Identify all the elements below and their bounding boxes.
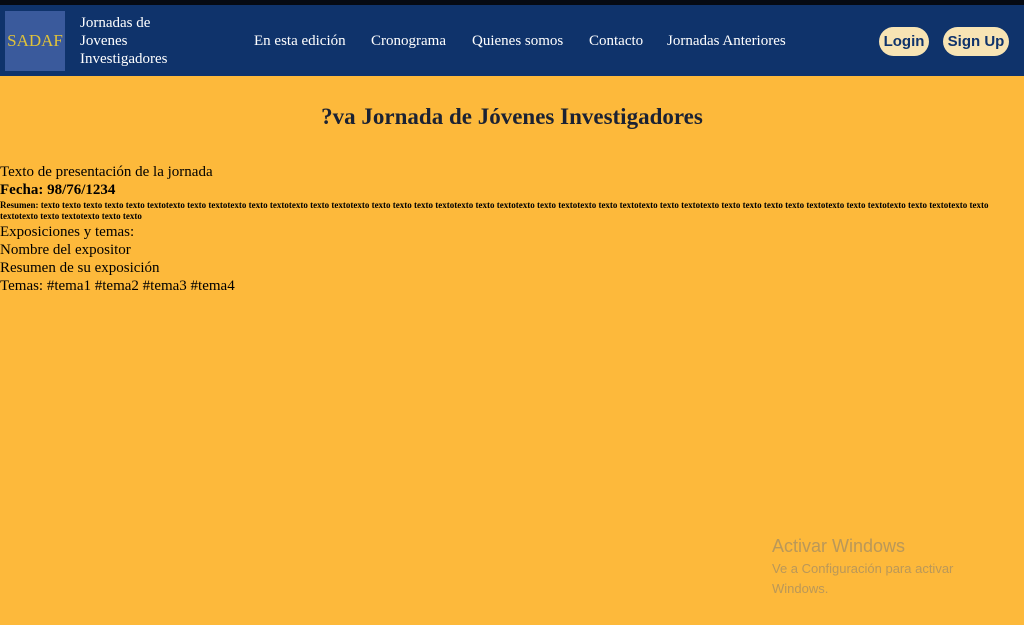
nav-link-jornadas-anteriores[interactable]: Jornadas Anteriores [667,32,786,50]
brand-line-3: Investigadores [80,51,168,67]
brand-line-2: Jovenes [80,33,128,49]
nav-link-cronograma[interactable]: Cronograma [371,32,446,50]
page-title: ?va Jornada de Jóvenes Investigadores [321,104,703,129]
resumen-text: Resumen: texto texto texto texto texto t… [0,200,989,221]
fecha-text: Fecha: 98/76/1234 [0,182,116,198]
watermark-subtitle: Ve a Configuración para activar Windows. [772,561,954,596]
expositor-name: Nombre del expositor [0,242,131,258]
navbar: SADAF Jornadas de Jovenes Investigadores… [0,5,1024,76]
nav-link-contacto[interactable]: Contacto [589,32,643,50]
main-content: Texto de presentación de la jornada Fech… [0,163,1000,295]
login-button[interactable]: Login [879,27,929,56]
exposiciones-label: Exposiciones y temas: [0,224,135,240]
windows-activation-watermark: Activar Windows Ve a Configuración para … [772,535,992,599]
temas-text: Temas: #tema1 #tema2 #tema3 #tema4 [0,278,235,294]
signup-button[interactable]: Sign Up [943,27,1009,56]
brand-title[interactable]: Jornadas de Jovenes Investigadores [80,14,220,68]
presentation-text: Texto de presentación de la jornada [0,164,213,180]
brand-line-1: Jornadas de [80,15,151,31]
nav-link-quienes-somos[interactable]: Quienes somos [472,32,563,50]
sadaf-logo[interactable]: SADAF [5,11,65,71]
logo-text: SADAF [7,31,63,50]
exposicion-summary: Resumen de su exposición [0,260,160,276]
nav-link-en-esta-edicion[interactable]: En esta edición [254,32,346,50]
watermark-title: Activar Windows [772,536,906,556]
